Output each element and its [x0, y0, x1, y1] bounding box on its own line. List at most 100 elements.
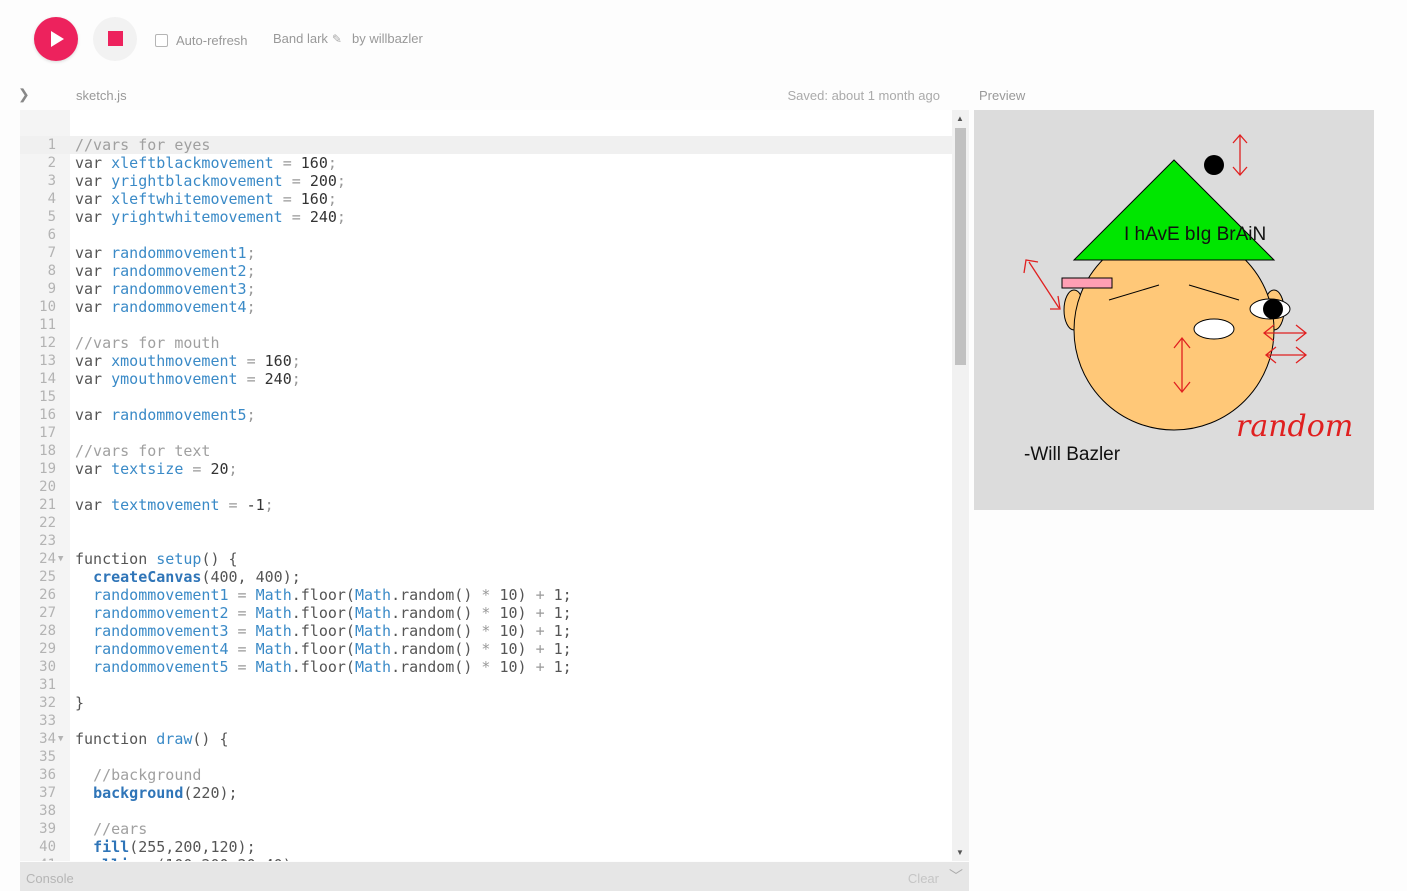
code-line[interactable]: 22 — [20, 514, 952, 532]
code-text: var randommovement3; — [75, 280, 256, 298]
code-line[interactable]: 15 — [20, 388, 952, 406]
line-number: 1 — [47, 137, 56, 153]
code-text: var xleftblackmovement = 160; — [75, 154, 337, 172]
code-line[interactable]: 14 var ymouthmovement = 240; — [20, 370, 952, 388]
code-line[interactable]: 31 — [20, 676, 952, 694]
code-line[interactable]: 10 var randommovement4; — [20, 298, 952, 316]
code-line[interactable]: 37 background(220); — [20, 784, 952, 802]
code-line[interactable]: 4 var xleftwhitemovement = 160; — [20, 190, 952, 208]
code-text: var xleftwhitemovement = 160; — [75, 190, 337, 208]
code-line[interactable]: 34 ▼ function draw() { — [20, 730, 952, 748]
play-button[interactable] — [34, 17, 78, 61]
code-line[interactable]: 19 var textsize = 20; — [20, 460, 952, 478]
line-number: 21 — [39, 497, 56, 513]
console-clear-button[interactable]: Clear — [908, 871, 939, 886]
console-bar[interactable]: Console Clear ﹀ — [20, 862, 969, 891]
code-line[interactable]: 33 — [20, 712, 952, 730]
code-text: function setup() { — [75, 550, 238, 568]
auto-refresh-toggle[interactable]: Auto-refresh — [155, 33, 248, 48]
code-line[interactable]: 36 //background — [20, 766, 952, 784]
line-number: 2 — [47, 155, 56, 171]
project-name[interactable]: Band lark — [273, 31, 328, 46]
code-line[interactable]: 6 — [20, 226, 952, 244]
preview-canvas[interactable]: I hAvE bIg BrAiN random -Will Bazler — [974, 110, 1374, 510]
code-line[interactable]: 16 var randommovement5; — [20, 406, 952, 424]
code-editor[interactable]: 1 //vars for eyes 2 var xleftblackmovement … — [20, 110, 952, 861]
sketch-drawing: I hAvE bIg BrAiN random -Will Bazler — [1023, 134, 1353, 465]
pencil-icon[interactable]: ✎ — [332, 32, 342, 46]
line-number: 9 — [47, 281, 56, 297]
code-line[interactable]: 41 ellipse(100,200,20,40); — [20, 856, 952, 861]
code-text: var textsize = 20; — [75, 460, 238, 478]
sidebar-expand-chevron-icon[interactable]: ❯ — [18, 86, 30, 103]
code-line[interactable]: 27 randommovement2 = Math.floor(Math.ran… — [20, 604, 952, 622]
code-line[interactable]: 3 var yrightblackmovement = 200; — [20, 172, 952, 190]
code-text: //vars for text — [75, 442, 211, 460]
line-number: 7 — [47, 245, 56, 261]
code-text: randommovement5 = Math.floor(Math.random… — [93, 658, 572, 676]
stop-icon — [108, 31, 123, 46]
code-line[interactable]: 23 — [20, 532, 952, 550]
chevron-down-icon[interactable]: ﹀ — [949, 866, 963, 886]
code-text: //vars for eyes — [75, 136, 211, 154]
scroll-down-arrow-icon[interactable]: ▼ — [956, 848, 964, 857]
auto-refresh-label: Auto-refresh — [176, 33, 248, 48]
line-number: 26 — [39, 587, 56, 603]
editor-scrollbar[interactable]: ▲ ▼ — [952, 110, 969, 861]
code-text: function draw() { — [75, 730, 229, 748]
code-area[interactable]: 1 //vars for eyes 2 var xleftblackmovement … — [20, 136, 952, 861]
code-line[interactable]: 32} — [20, 694, 952, 712]
line-number: 33 — [39, 713, 56, 729]
scrollbar-thumb[interactable] — [955, 128, 966, 365]
preview-label: Preview — [979, 88, 1026, 103]
black-pupil-right — [1263, 299, 1283, 319]
code-line[interactable]: 9 var randommovement3; — [20, 280, 952, 298]
line-number: 23 — [39, 533, 56, 549]
project-owner[interactable]: by willbazler — [352, 31, 423, 46]
fold-arrow-icon[interactable]: ▼ — [58, 550, 63, 568]
code-line[interactable]: 35 — [20, 748, 952, 766]
line-number: 10 — [39, 299, 56, 315]
code-line[interactable]: 7 var randommovement1; — [20, 244, 952, 262]
code-line[interactable]: 13 var xmouthmovement = 160; — [20, 352, 952, 370]
code-line[interactable]: 12 //vars for mouth — [20, 334, 952, 352]
code-line[interactable]: 21 var textmovement = -1; — [20, 496, 952, 514]
code-line[interactable]: 30 randommovement5 = Math.floor(Math.ran… — [20, 658, 952, 676]
code-line[interactable]: 20 — [20, 478, 952, 496]
code-line[interactable]: 29 randommovement4 = Math.floor(Math.ran… — [20, 640, 952, 658]
code-line[interactable]: 24 ▼ function setup() { — [20, 550, 952, 568]
code-line[interactable]: 18 //vars for text — [20, 442, 952, 460]
code-line[interactable]: 28 randommovement3 = Math.floor(Math.ran… — [20, 622, 952, 640]
line-number: 14 — [39, 371, 56, 387]
code-line[interactable]: 25 createCanvas(400, 400); — [20, 568, 952, 586]
code-line[interactable]: 40 fill(255,200,120); — [20, 838, 952, 856]
fold-arrow-icon[interactable]: ▼ — [58, 730, 63, 748]
code-text: var randommovement2; — [75, 262, 256, 280]
pink-bar — [1061, 277, 1113, 289]
line-number: 34 — [39, 731, 56, 747]
auto-refresh-checkbox[interactable] — [155, 34, 168, 47]
code-text: //vars for mouth — [75, 334, 220, 352]
code-line[interactable]: 26 randommovement1 = Math.floor(Math.ran… — [20, 586, 952, 604]
code-line[interactable]: 11 — [20, 316, 952, 334]
line-number: 41 — [20, 856, 56, 861]
code-text: randommovement4 = Math.floor(Math.random… — [93, 640, 572, 658]
code-line[interactable]: 38 — [20, 802, 952, 820]
line-number: 40 — [39, 839, 56, 855]
line-number: 37 — [39, 785, 56, 801]
code-text: var randommovement1; — [75, 244, 256, 262]
play-icon — [51, 31, 64, 47]
code-line[interactable]: 5 var yrightwhitemovement = 240; — [20, 208, 952, 226]
line-number: 16 — [39, 407, 56, 423]
code-text: background(220); — [93, 784, 238, 802]
scroll-up-arrow-icon[interactable]: ▲ — [956, 114, 964, 123]
code-text: var randommovement4; — [75, 298, 256, 316]
stop-button[interactable] — [93, 17, 137, 61]
code-line[interactable]: 39 //ears — [20, 820, 952, 838]
code-line[interactable]: 17 — [20, 424, 952, 442]
code-line[interactable]: 8 var randommovement2; — [20, 262, 952, 280]
code-line[interactable]: 2 var xleftblackmovement = 160; — [20, 154, 952, 172]
code-line[interactable]: 1 //vars for eyes — [20, 136, 952, 154]
hat-text: I hAvE bIg BrAiN — [1124, 224, 1266, 245]
line-number: 28 — [39, 623, 56, 639]
